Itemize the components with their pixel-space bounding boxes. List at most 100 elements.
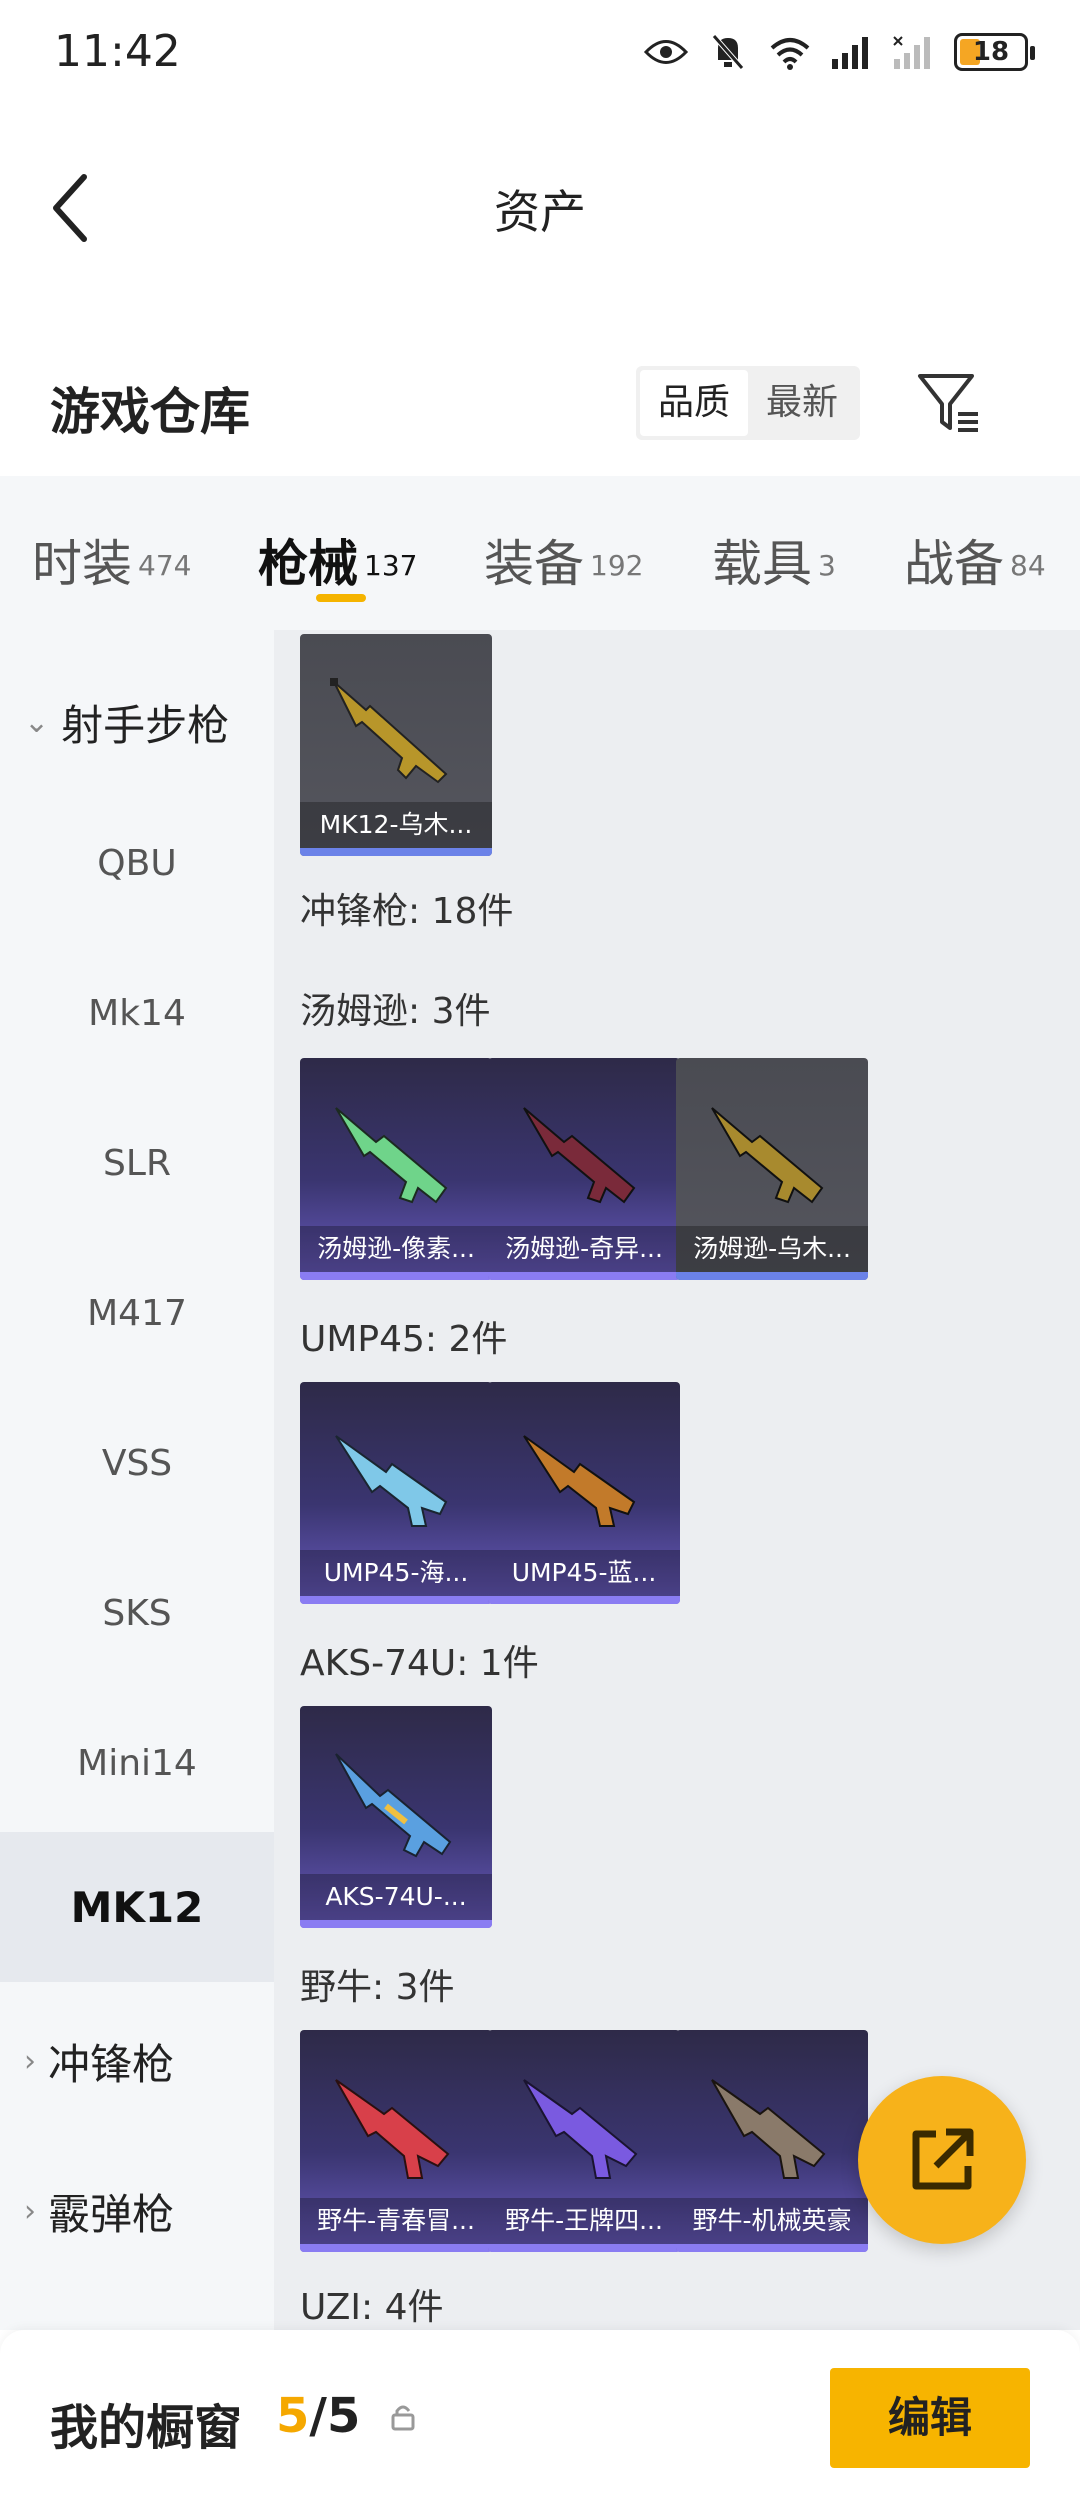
weapon-card[interactable]: 汤姆逊-像素... xyxy=(300,1058,492,1280)
sidebar-item-mini14[interactable]: Mini14 xyxy=(0,1688,274,1838)
sidebar-item-m417[interactable]: M417 xyxy=(0,1238,274,1388)
smg-icon xyxy=(335,1435,448,1527)
status-time: 11:42 xyxy=(54,26,181,77)
sidebar-item-mk14[interactable]: Mk14 xyxy=(0,938,274,1088)
smg-icon xyxy=(335,2079,450,2179)
signal-icon xyxy=(830,30,874,74)
tab-label: 时装 xyxy=(32,535,132,593)
rarity-bar xyxy=(488,1596,680,1604)
tab-equipment[interactable]: 装备 192 xyxy=(484,524,643,596)
smg-icon xyxy=(523,1107,636,1204)
tab-label: 战备 xyxy=(904,535,1004,593)
rarity-bar xyxy=(676,2244,868,2252)
filter-icon xyxy=(918,374,978,432)
battery-icon: 18 xyxy=(954,33,1035,71)
weapon-card-name: 野牛-青春冒... xyxy=(300,2198,492,2244)
wifi-icon xyxy=(768,30,812,74)
weapon-card[interactable]: 汤姆逊-乌木... xyxy=(676,1058,868,1280)
weapon-card[interactable]: 汤姆逊-奇异... xyxy=(488,1058,680,1280)
tab-count: 192 xyxy=(590,548,644,582)
sidebar-group-label: 射手步枪 xyxy=(61,700,230,750)
weapon-card[interactable]: 野牛-青春冒... xyxy=(300,2030,492,2252)
share-button[interactable] xyxy=(858,2076,1026,2244)
section-title: UZI: 4件 xyxy=(300,2287,444,2328)
sidebar-group-marksman[interactable]: ⌄ 射手步枪 xyxy=(0,662,274,782)
chevron-right-icon: › xyxy=(24,2043,36,2079)
tab-label: 装备 xyxy=(484,535,584,593)
page-title: 资产 xyxy=(494,185,586,239)
sidebar-group-label: 冲锋枪 xyxy=(48,2039,175,2089)
battery-level: 18 xyxy=(972,37,1010,67)
rarity-bar xyxy=(300,848,492,856)
sidebar-item-vss[interactable]: VSS xyxy=(0,1388,274,1538)
category-summary: 冲锋枪: 18件 xyxy=(300,891,514,932)
weapon-card[interactable]: 野牛-机械英豪 xyxy=(676,2030,868,2252)
edit-button[interactable]: 编辑 xyxy=(830,2368,1030,2468)
smg-icon xyxy=(523,2079,638,2179)
tab-combat-gear[interactable]: 战备 84 xyxy=(904,524,1046,596)
weapon-card-name: 汤姆逊-奇异... xyxy=(488,1226,680,1272)
sort-quality-button[interactable]: 品质 xyxy=(640,370,749,436)
weapon-card-name: UMP45-蓝... xyxy=(488,1550,680,1596)
section-title: 汤姆逊: 3件 xyxy=(300,991,491,1032)
sort-toggle: 品质 最新 xyxy=(636,366,861,440)
tab-count: 3 xyxy=(818,548,836,582)
share-icon xyxy=(912,2128,974,2190)
weapon-sidebar: ⌄ 射手步枪 QBU Mk14 SLR M417 VSS SKS Mini14 … xyxy=(0,630,274,2330)
status-icons: 18 xyxy=(644,30,1035,74)
sidebar-group-smg[interactable]: › 冲锋枪 xyxy=(0,1986,274,2136)
weapon-card-name: 野牛-机械英豪 xyxy=(676,2198,868,2244)
sidebar-item-slr[interactable]: SLR xyxy=(0,1088,274,1238)
showcase-count: 5/5 xyxy=(276,2388,360,2444)
tab-vehicles[interactable]: 载具 3 xyxy=(712,524,836,596)
sidebar-group-label: 霰弹枪 xyxy=(48,2189,175,2239)
warehouse-title: 游戏仓库 xyxy=(50,383,250,441)
tab-count: 84 xyxy=(1010,548,1046,582)
chevron-right-icon: › xyxy=(24,2193,36,2229)
section-title: AKS-74U: 1件 xyxy=(300,1643,539,1684)
weapon-card[interactable]: MK12-乌木... xyxy=(300,634,492,856)
signal-2-icon xyxy=(892,30,936,74)
weapon-card-name: 汤姆逊-乌木... xyxy=(676,1226,868,1272)
header: 资产 xyxy=(0,104,1080,304)
rifle-icon xyxy=(330,678,448,784)
showcase-current: 5 xyxy=(276,2388,310,2444)
sidebar-item-qbu[interactable]: QBU xyxy=(0,788,274,938)
eye-icon xyxy=(644,30,688,74)
smg-icon xyxy=(711,2079,826,2179)
tab-label: 枪械 xyxy=(258,535,358,593)
sidebar-item-mk12[interactable]: MK12 xyxy=(0,1832,274,1982)
smg-icon xyxy=(335,1107,448,1204)
filter-button[interactable] xyxy=(914,368,984,438)
sort-latest-button[interactable]: 最新 xyxy=(748,370,856,436)
warehouse-row: 游戏仓库 品质 最新 xyxy=(0,350,1080,460)
rarity-bar xyxy=(300,1272,492,1280)
weapon-card[interactable]: 野牛-王牌四... xyxy=(488,2030,680,2252)
tab-skins[interactable]: 时装 474 xyxy=(32,524,191,596)
rarity-bar xyxy=(488,1272,680,1280)
weapon-grid: MK12-乌木... 冲锋枪: 18件 汤姆逊: 3件 汤姆逊-像素... 汤姆… xyxy=(274,630,1080,2330)
section-title: 野牛: 3件 xyxy=(300,1967,455,2008)
smg-icon xyxy=(711,1107,824,1204)
weapon-card[interactable]: AKS-74U-... xyxy=(300,1706,492,1928)
weapon-card-name: 野牛-王牌四... xyxy=(488,2198,680,2244)
smg-icon xyxy=(523,1435,636,1527)
status-bar: 11:42 18 xyxy=(0,0,1080,104)
rarity-bar xyxy=(488,2244,680,2252)
tab-label: 载具 xyxy=(712,535,812,593)
rarity-bar xyxy=(676,1272,868,1280)
sidebar-item-sks[interactable]: SKS xyxy=(0,1538,274,1688)
weapon-card[interactable]: UMP45-海... xyxy=(300,1382,492,1604)
category-tabs: 时装 474 枪械 137 装备 192 载具 3 战备 84 xyxy=(0,476,1080,630)
chevron-down-icon: ⌄ xyxy=(24,704,50,740)
sidebar-group-shotgun[interactable]: › 霰弹枪 xyxy=(0,2136,274,2286)
tab-weapons[interactable]: 枪械 137 xyxy=(258,524,417,596)
mute-bell-icon xyxy=(706,30,750,74)
section-title: UMP45: 2件 xyxy=(300,1319,508,1360)
showcase-bar: 我的橱窗 5/5 编辑 xyxy=(0,2330,1080,2504)
rarity-bar xyxy=(300,1596,492,1604)
rarity-bar xyxy=(300,1920,492,1928)
rarity-bar xyxy=(300,2244,492,2252)
showcase-total: /5 xyxy=(309,2388,361,2444)
weapon-card[interactable]: UMP45-蓝... xyxy=(488,1382,680,1604)
